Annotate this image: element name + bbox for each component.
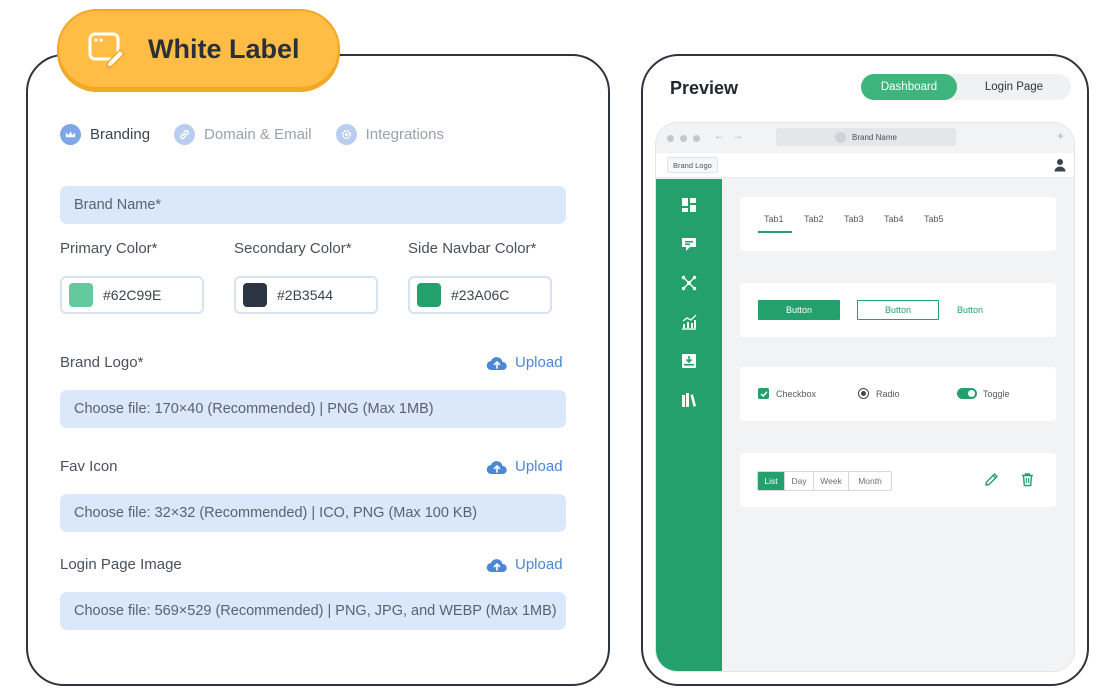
radio-selected-icon — [858, 388, 869, 399]
preview-browser-window: ← → Brand Name + Brand Logo Tab1 Tab2 Ta… — [655, 122, 1075, 672]
download-icon — [682, 354, 696, 368]
favicon-icon — [835, 131, 847, 143]
secondary-color-swatch[interactable] — [243, 283, 267, 307]
books-icon — [682, 393, 696, 407]
secondary-color-value: #2B3544 — [277, 287, 334, 303]
dashboard-icon — [682, 198, 696, 212]
toggle-switch — [957, 388, 977, 399]
window-dot — [680, 135, 687, 142]
edit-icon[interactable] — [984, 472, 999, 487]
active-tab-indicator — [758, 231, 792, 233]
view-option-month[interactable]: Month — [849, 472, 891, 490]
upload-label: Upload — [515, 458, 563, 475]
checkbox-label: Checkbox — [776, 388, 817, 399]
network-icon — [681, 275, 697, 291]
preview-tab-4[interactable]: Tab4 — [884, 214, 904, 224]
white-label-badge: White Label — [57, 9, 340, 89]
preview-text-button[interactable]: Button — [957, 305, 983, 315]
forward-arrow-icon: → — [732, 130, 743, 142]
upload-label: Upload — [515, 354, 563, 371]
window-edit-icon — [88, 32, 126, 68]
tab-label: Domain & Email — [204, 126, 312, 143]
side-navbar-color-swatch[interactable] — [417, 283, 441, 307]
preview-tab-1[interactable]: Tab1 — [764, 214, 784, 224]
cloud-upload-icon — [486, 356, 507, 370]
primary-color-swatch[interactable] — [69, 283, 93, 307]
preview-topbar: Brand Logo — [656, 153, 1074, 178]
preview-checkbox[interactable]: Checkbox — [758, 388, 816, 399]
cloud-upload-icon — [486, 558, 507, 572]
preview-tab-3[interactable]: Tab3 — [844, 214, 864, 224]
preview-buttons-card: Button Button Button — [740, 283, 1056, 337]
tab-label: Integrations — [365, 126, 444, 143]
secondary-color-input[interactable]: #2B3544 — [234, 276, 378, 314]
login-image-file-input[interactable]: Choose file: 569×529 (Recommended) | PNG… — [60, 592, 566, 630]
preview-view-card: List Day Week Month — [740, 453, 1056, 507]
comment-icon — [682, 238, 696, 251]
tab-domain-email[interactable]: Domain & Email — [174, 124, 312, 145]
upload-label: Upload — [515, 556, 563, 573]
gear-icon — [335, 124, 357, 145]
preview-tab-5[interactable]: Tab5 — [924, 214, 944, 224]
tab-integrations[interactable]: Integrations — [335, 124, 444, 145]
preview-dashboard-button[interactable]: Dashboard — [861, 74, 957, 100]
brand-logo-label: Brand Logo* — [60, 354, 144, 371]
primary-color-label: Primary Color* — [60, 240, 158, 257]
back-arrow-icon: ← — [714, 130, 725, 142]
browser-chrome: ← → Brand Name + — [656, 123, 1074, 153]
preview-login-page-button[interactable]: Login Page — [957, 74, 1071, 100]
side-navbar-color-input[interactable]: #23A06C — [408, 276, 552, 314]
preview-content: Tab1 Tab2 Tab3 Tab4 Tab5 Button Button B… — [722, 179, 1074, 671]
settings-tabs: Branding Domain & Email Integrations — [60, 124, 468, 145]
toggle-label: Toggle — [983, 388, 1010, 399]
preview-card: Preview Dashboard Login Page ← → Brand N… — [641, 54, 1089, 686]
window-dot — [667, 135, 674, 142]
view-option-list[interactable]: List — [758, 472, 785, 490]
view-option-week[interactable]: Week — [814, 472, 849, 490]
preview-tabs-card: Tab1 Tab2 Tab3 Tab4 Tab5 — [740, 197, 1056, 251]
preview-tab-2[interactable]: Tab2 — [804, 214, 824, 224]
fav-icon-file-input[interactable]: Choose file: 32×32 (Recommended) | ICO, … — [60, 494, 566, 532]
chart-icon — [682, 314, 697, 330]
preview-mode-toggle: Dashboard Login Page — [861, 74, 1071, 100]
side-navbar-color-value: #23A06C — [451, 287, 510, 303]
tab-branding[interactable]: Branding — [60, 124, 150, 145]
checkbox-checked-icon — [758, 388, 769, 399]
user-icon — [1054, 159, 1066, 172]
brand-logo-file-input[interactable]: Choose file: 170×40 (Recommended) | PNG … — [60, 390, 566, 428]
preview-toggle[interactable]: Toggle — [957, 388, 1010, 399]
brand-logo-upload-button[interactable]: Upload — [486, 354, 563, 371]
primary-color-input[interactable]: #62C99E — [60, 276, 204, 314]
preview-side-navbar — [656, 179, 722, 671]
secondary-color-label: Secondary Color* — [234, 240, 352, 257]
fav-icon-upload-button[interactable]: Upload — [486, 458, 563, 475]
cloud-upload-icon — [486, 460, 507, 474]
preview-outline-button[interactable]: Button — [857, 300, 939, 320]
login-image-upload-button[interactable]: Upload — [486, 556, 563, 573]
primary-color-value: #62C99E — [103, 287, 162, 303]
brand-name-input[interactable]: Brand Name* — [60, 186, 566, 224]
link-icon — [174, 124, 196, 145]
window-dot — [693, 135, 700, 142]
preview-controls-card: Checkbox Radio Toggle — [740, 367, 1056, 421]
login-image-label: Login Page Image — [60, 556, 182, 573]
new-tab-icon: + — [1056, 129, 1064, 143]
preview-radio[interactable]: Radio — [858, 388, 900, 399]
tab-label: Branding — [90, 126, 151, 143]
trash-icon[interactable] — [1020, 472, 1035, 487]
preview-brand-logo: Brand Logo — [667, 157, 718, 173]
radio-label: Radio — [876, 388, 900, 399]
preview-primary-button[interactable]: Button — [758, 300, 840, 320]
crown-icon — [60, 124, 81, 145]
preview-title: Preview — [670, 78, 739, 98]
fav-icon-label: Fav Icon — [60, 458, 118, 475]
browser-url-bar: Brand Name — [776, 128, 956, 146]
browser-url-text: Brand Name — [852, 132, 897, 142]
preview-view-segmented-control: List Day Week Month — [757, 471, 892, 491]
white-label-title: White Label — [148, 33, 300, 64]
view-option-day[interactable]: Day — [785, 472, 814, 490]
side-navbar-color-label: Side Navbar Color* — [408, 240, 537, 257]
